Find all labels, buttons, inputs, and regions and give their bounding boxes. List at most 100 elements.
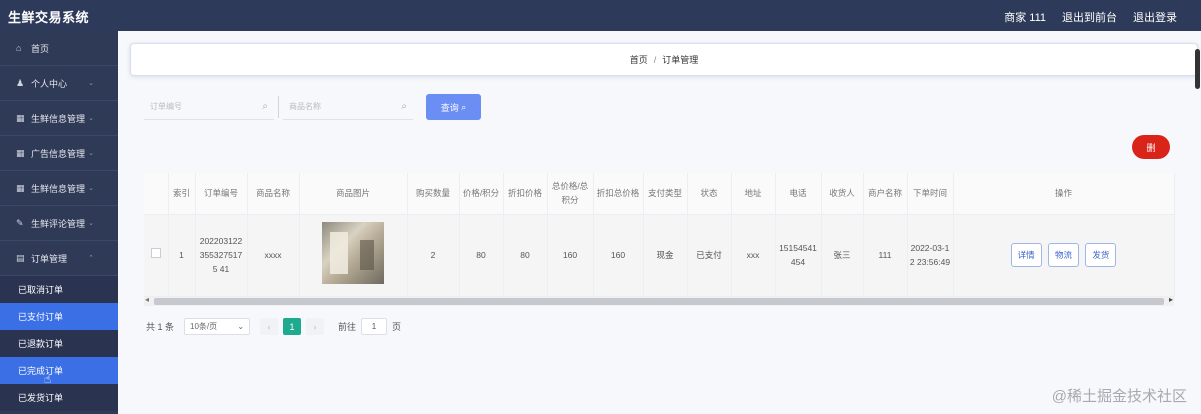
query-button[interactable]: 查询 ⌕ — [426, 94, 481, 120]
product-name-input[interactable]: 商品名称 ⌕ — [283, 94, 413, 120]
pager-total: 共 1 条 — [146, 322, 175, 332]
cell-total: 160 — [547, 214, 594, 297]
header-discount-price: 折扣价格 — [503, 173, 548, 215]
header-index: 索引 — [168, 173, 196, 215]
header-actions: 操作 — [953, 173, 1175, 215]
app-title: 生鲜交易系统 — [8, 10, 90, 25]
order-number-input[interactable]: 订单编号 ⌕ — [144, 94, 274, 120]
goto-page-input[interactable]: 1 — [361, 318, 388, 335]
chevron-down-icon: ⌄ — [88, 185, 94, 192]
chevron-down-icon: ⌄ — [88, 150, 94, 157]
logistics-button[interactable]: 物流 — [1047, 243, 1079, 267]
table-header-row: 索引 订单编号 商品名称 商品图片 购买数量 价格/积分 折扣价格 总价格/总积… — [144, 173, 1175, 215]
logout-link[interactable]: 退出登录 — [1133, 9, 1177, 25]
header-status: 状态 — [687, 173, 732, 215]
sidebar-item-fresh-info-2[interactable]: ▦ 生鲜信息管理 ⌄ — [0, 171, 118, 206]
row-checkbox[interactable] — [150, 248, 161, 258]
ship-button[interactable]: 发货 — [1085, 243, 1117, 267]
pagination: 共 1 条 10条/页 ⌄ ‹ 1 › 前往 1 页 — [146, 318, 401, 335]
product-name-placeholder: 商品名称 — [289, 102, 321, 111]
cell-index: 1 — [168, 214, 196, 297]
orders-table: 索引 订单编号 商品名称 商品图片 购买数量 价格/积分 折扣价格 总价格/总积… — [144, 173, 1175, 305]
breadcrumb-home[interactable]: 首页 — [630, 53, 648, 66]
hand-cursor-icon: ☝ — [44, 372, 52, 386]
row-select-cell — [144, 214, 169, 297]
next-page-icon[interactable]: › — [306, 318, 325, 335]
header-quantity: 购买数量 — [407, 173, 460, 215]
cell-quantity: 2 — [407, 214, 460, 297]
header-product: 商品名称 — [247, 173, 300, 215]
list-icon: ▤ — [16, 252, 25, 263]
header-pay-type: 支付类型 — [643, 173, 688, 215]
exit-to-front-link[interactable]: 退出到前台 — [1062, 9, 1117, 25]
sidebar-item-orders[interactable]: ▤ 订单管理 ⌃ — [0, 241, 118, 276]
header-price: 价格/积分 — [459, 173, 504, 215]
breadcrumb-current: 订单管理 — [662, 55, 699, 65]
grid-icon: ▦ — [16, 147, 25, 158]
sidebar-subitem-completed[interactable]: 已完成订单 — [0, 357, 118, 384]
cell-status: 已支付 — [687, 214, 732, 297]
horizontal-scroll-thumb[interactable] — [154, 298, 1164, 305]
grid-icon: ▦ — [16, 112, 25, 123]
cell-merchant: 111 — [863, 214, 908, 297]
sidebar-subitem-refunded[interactable]: 已退款订单 — [0, 330, 118, 357]
cell-price: 80 — [459, 214, 504, 297]
cell-order-time: 2022-03-12 23:56:49 — [907, 214, 954, 297]
cell-order-no: 2022031223553275175 41 — [195, 214, 248, 297]
header-address: 地址 — [731, 173, 776, 215]
header-receiver: 收货人 — [821, 173, 864, 215]
header-image: 商品图片 — [299, 173, 408, 215]
chevron-down-icon: ⌄ — [88, 220, 94, 227]
page-size-value: 10条/页 — [190, 322, 218, 331]
sidebar-item-fresh-info[interactable]: ▦ 生鲜信息管理 ⌄ — [0, 101, 118, 136]
search-icon: ⌕ — [458, 101, 467, 112]
goto-label: 前往 — [338, 322, 357, 332]
home-icon: ⌂ — [16, 43, 22, 53]
top-right-links: 商家 111 退出到前台 退出登录 — [1004, 9, 1177, 25]
prev-page-icon[interactable]: ‹ — [260, 318, 279, 335]
page-number-button[interactable]: 1 — [283, 318, 302, 335]
delete-button[interactable]: 删 — [1132, 135, 1170, 159]
sidebar-subitem-shipped[interactable]: 已发货订单 — [0, 384, 118, 411]
sidebar-subitem-paid[interactable]: 已支付订单 — [0, 303, 118, 330]
header-merchant: 商户名称 — [863, 173, 908, 215]
current-user-label: 商家 111 — [1004, 12, 1046, 24]
sidebar-item-label: 广告信息管理 — [31, 148, 86, 159]
sidebar-item-home[interactable]: ⌂ 首页 — [0, 31, 118, 66]
scroll-left-icon[interactable]: ◂ — [145, 295, 149, 304]
page-size-select[interactable]: 10条/页 ⌄ — [184, 318, 251, 335]
breadcrumb: 首页 / 订单管理 — [130, 43, 1198, 76]
header-phone: 电话 — [775, 173, 822, 215]
sidebar-item-label: 生鲜评论管理 — [31, 218, 86, 229]
search-bar: 订单编号 ⌕ 商品名称 ⌕ 查询 ⌕ — [144, 94, 481, 120]
horizontal-scrollbar[interactable]: ◂ ▸ — [144, 295, 1174, 306]
sidebar-item-label: 订单管理 — [31, 253, 68, 264]
sidebar-item-ads[interactable]: ▦ 广告信息管理 ⌄ — [0, 136, 118, 171]
search-icon: ⌕ — [262, 101, 268, 112]
query-button-label: 查询 — [440, 102, 459, 113]
cell-pay-type: 现金 — [643, 214, 688, 297]
header-order-time: 下单时间 — [907, 173, 954, 215]
user-icon: ♟ — [16, 77, 25, 88]
watermark: @稀土掘金技术社区 — [1051, 388, 1187, 405]
scroll-right-icon[interactable]: ▸ — [1169, 295, 1173, 304]
grid-icon: ▦ — [16, 182, 25, 193]
search-icon: ⌕ — [401, 101, 407, 112]
cell-product: xxxx — [247, 214, 300, 297]
sidebar-item-label: 首页 — [31, 43, 50, 54]
sidebar-item-label: 生鲜信息管理 — [31, 113, 86, 124]
vertical-scrollbar[interactable] — [1195, 49, 1200, 89]
sidebar-item-comments[interactable]: ✎ 生鲜评论管理 ⌄ — [0, 206, 118, 241]
cell-discount-total: 160 — [593, 214, 644, 297]
cell-phone: 15154541454 — [775, 214, 822, 297]
edit-icon: ✎ — [16, 217, 24, 228]
breadcrumb-separator: / — [653, 54, 657, 65]
chevron-up-icon: ⌃ — [88, 255, 94, 262]
sidebar-item-profile[interactable]: ♟ 个人中心 ⌄ — [0, 66, 118, 101]
sidebar-item-label: 个人中心 — [31, 78, 68, 89]
sidebar-subitem-cancelled[interactable]: 已取消订单 — [0, 276, 118, 303]
detail-button[interactable]: 详情 — [1010, 243, 1042, 267]
cell-actions: 详情 物流 发货 — [953, 214, 1175, 297]
main-content: 首页 / 订单管理 订单编号 ⌕ 商品名称 ⌕ 查询 ⌕ 删 索引 订单编号 商… — [118, 31, 1201, 414]
cell-address: xxx — [731, 214, 776, 297]
